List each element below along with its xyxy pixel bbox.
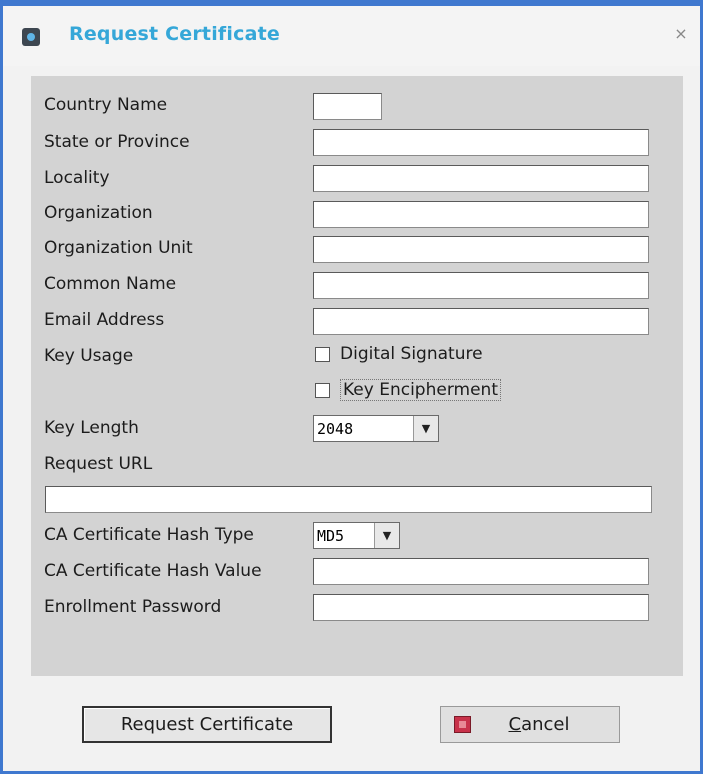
digital-signature-label: Digital Signature <box>340 344 483 364</box>
hash-type-select[interactable]: MD5 ▼ <box>313 522 400 549</box>
locality-label: Locality <box>44 168 110 188</box>
request-certificate-button[interactable]: Request Certificate <box>82 706 332 743</box>
digital-signature-option[interactable]: Digital Signature <box>315 344 483 364</box>
key-usage-label: Key Usage <box>44 346 134 366</box>
cancel-button[interactable]: Cancel <box>440 706 620 743</box>
request-url-label: Request URL <box>44 454 153 474</box>
title-bar: Request Certificate × <box>3 6 700 66</box>
country-name-label: Country Name <box>44 95 168 115</box>
key-encipherment-label: Key Encipherment <box>340 379 501 401</box>
request-certificate-button-label: Request Certificate <box>120 714 294 735</box>
hash-value-field[interactable] <box>313 558 649 585</box>
organization-field[interactable] <box>313 201 649 228</box>
organization-unit-label: Organization Unit <box>44 238 193 258</box>
certificate-app-icon <box>22 28 40 46</box>
key-encipherment-checkbox[interactable] <box>315 382 330 398</box>
enrollment-password-field[interactable] <box>313 594 649 621</box>
common-name-label: Common Name <box>44 274 177 294</box>
digital-signature-checkbox[interactable] <box>315 346 330 362</box>
dialog-title: Request Certificate <box>69 23 280 45</box>
email-address-label: Email Address <box>44 310 165 330</box>
hash-value-label: CA Certificate Hash Value <box>44 561 262 581</box>
request-url-field[interactable] <box>45 486 652 513</box>
state-province-label: State or Province <box>44 132 190 152</box>
key-length-value: 2048 <box>317 419 354 438</box>
cancel-button-label: Cancel <box>508 714 570 735</box>
dropdown-arrow-icon[interactable]: ▼ <box>374 523 399 548</box>
close-icon[interactable]: × <box>670 23 692 45</box>
key-length-select[interactable]: 2048 ▼ <box>313 415 439 442</box>
hash-type-label: CA Certificate Hash Type <box>44 525 254 545</box>
organization-unit-field[interactable] <box>313 236 649 263</box>
country-name-field[interactable] <box>313 93 382 120</box>
state-province-field[interactable] <box>313 129 649 156</box>
hash-type-value: MD5 <box>317 526 345 545</box>
common-name-field[interactable] <box>313 272 649 299</box>
email-address-field[interactable] <box>313 308 649 335</box>
enrollment-password-label: Enrollment Password <box>44 597 222 617</box>
key-encipherment-option[interactable]: Key Encipherment <box>315 379 501 401</box>
key-length-label: Key Length <box>44 418 139 438</box>
cancel-red-icon <box>454 716 471 733</box>
organization-label: Organization <box>44 203 153 223</box>
locality-field[interactable] <box>313 165 649 192</box>
dropdown-arrow-icon[interactable]: ▼ <box>413 416 438 441</box>
